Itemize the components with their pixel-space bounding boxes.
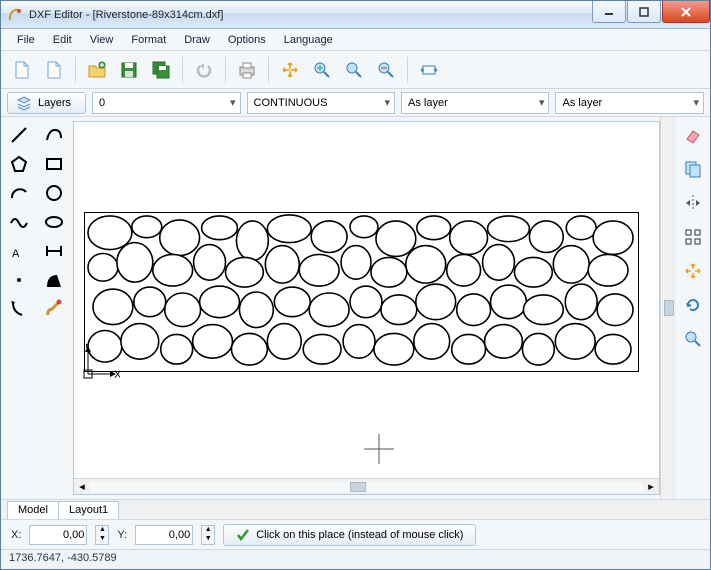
- coordinate-bar: X: ▲▼ Y: ▲▼ Click on this place (instead…: [1, 519, 710, 549]
- menu-view[interactable]: View: [82, 32, 122, 48]
- save-as-icon[interactable]: [146, 55, 176, 85]
- minimize-button[interactable]: [592, 1, 626, 23]
- check-icon: [236, 528, 250, 542]
- lineweight-dropdown[interactable]: As layer▾: [555, 92, 703, 114]
- maximize-button[interactable]: [627, 1, 661, 23]
- circle-icon[interactable]: [38, 179, 70, 207]
- zoom-icon[interactable]: [339, 55, 369, 85]
- vertical-scrollbar[interactable]: [660, 117, 676, 499]
- app-icon: [7, 7, 23, 23]
- crosshair-cursor-icon: [364, 434, 394, 464]
- x-label: X:: [11, 529, 21, 541]
- layer-dropdown[interactable]: 0▾: [92, 92, 240, 114]
- edit-toolbox: [676, 117, 710, 499]
- ucs-axis-icon: Y X: [80, 344, 120, 384]
- zoom-tool-icon[interactable]: [679, 325, 707, 353]
- y-label: Y:: [117, 529, 127, 541]
- new-file2-icon[interactable]: [39, 55, 69, 85]
- layers-label: Layers: [38, 97, 71, 109]
- layout-tabs: Model Layout1: [1, 499, 710, 519]
- save-icon[interactable]: [114, 55, 144, 85]
- main-area: A Y X ◂ ▸: [1, 117, 710, 499]
- menu-language[interactable]: Language: [276, 32, 341, 48]
- menu-options[interactable]: Options: [220, 32, 274, 48]
- print-icon[interactable]: [232, 55, 262, 85]
- new-file-icon[interactable]: [7, 55, 37, 85]
- brush-icon[interactable]: [38, 295, 70, 323]
- move-icon[interactable]: [679, 257, 707, 285]
- rectangle-icon[interactable]: [38, 150, 70, 178]
- chevron-down-icon: ▾: [539, 96, 545, 109]
- pan-icon[interactable]: [275, 55, 305, 85]
- scroll-left-icon[interactable]: ◂: [74, 480, 90, 493]
- array-icon[interactable]: [679, 223, 707, 251]
- menu-file[interactable]: File: [9, 32, 43, 48]
- copy-icon[interactable]: [679, 155, 707, 183]
- x-input[interactable]: [29, 525, 87, 545]
- dimension-icon[interactable]: [38, 237, 70, 265]
- ellipse-icon[interactable]: [38, 208, 70, 236]
- arc-icon[interactable]: [3, 179, 35, 207]
- tab-layout1[interactable]: Layout1: [58, 501, 119, 519]
- erase-icon[interactable]: [679, 121, 707, 149]
- window-title: DXF Editor - [Riverstone-89x314cm.dxf]: [29, 9, 591, 21]
- hatch-icon[interactable]: [38, 266, 70, 294]
- chevron-down-icon: ▾: [384, 96, 390, 109]
- x-spinner[interactable]: ▲▼: [95, 525, 109, 545]
- zoom-out-icon[interactable]: [371, 55, 401, 85]
- polygon-icon[interactable]: [3, 150, 35, 178]
- point-icon[interactable]: [3, 266, 35, 294]
- drawing-canvas[interactable]: Y X: [74, 122, 659, 478]
- svg-text:Y: Y: [83, 344, 91, 351]
- rotate-icon[interactable]: [679, 291, 707, 319]
- polyline-icon[interactable]: [38, 121, 70, 149]
- y-spinner[interactable]: ▲▼: [201, 525, 215, 545]
- line-icon[interactable]: [3, 121, 35, 149]
- chevron-down-icon: ▾: [230, 96, 236, 109]
- svg-text:X: X: [114, 369, 120, 381]
- zoom-in-icon[interactable]: [307, 55, 337, 85]
- menu-edit[interactable]: Edit: [45, 32, 80, 48]
- color-dropdown[interactable]: As layer▾: [401, 92, 549, 114]
- tab-model[interactable]: Model: [7, 501, 59, 519]
- riverstone-drawing: [84, 212, 639, 372]
- mirror-icon[interactable]: [679, 189, 707, 217]
- horizontal-scrollbar[interactable]: ◂ ▸: [74, 478, 659, 494]
- main-toolbar: [1, 51, 710, 89]
- text-icon[interactable]: A: [3, 237, 35, 265]
- spline-icon[interactable]: [3, 208, 35, 236]
- leader-icon[interactable]: [3, 295, 35, 323]
- scroll-right-icon[interactable]: ▸: [643, 480, 659, 493]
- svg-text:A: A: [12, 248, 20, 260]
- canvas-area: Y X ◂ ▸: [73, 121, 660, 495]
- app-window: DXF Editor - [Riverstone-89x314cm.dxf] F…: [0, 0, 711, 570]
- click-place-button[interactable]: Click on this place (instead of mouse cl…: [223, 524, 476, 546]
- menu-format[interactable]: Format: [123, 32, 174, 48]
- menu-draw[interactable]: Draw: [176, 32, 218, 48]
- statusbar: 1736.7647, -430.5789: [1, 549, 710, 569]
- menubar: File Edit View Format Draw Options Langu…: [1, 29, 710, 51]
- open-file-icon[interactable]: [82, 55, 112, 85]
- property-bar: Layers 0▾ CONTINUOUS▾ As layer▾ As layer…: [1, 89, 710, 117]
- close-button[interactable]: [662, 1, 710, 23]
- linetype-dropdown[interactable]: CONTINUOUS▾: [247, 92, 395, 114]
- layers-icon: [16, 95, 32, 111]
- undo-icon[interactable]: [189, 55, 219, 85]
- y-input[interactable]: [135, 525, 193, 545]
- titlebar: DXF Editor - [Riverstone-89x314cm.dxf]: [1, 1, 710, 29]
- cursor-position: 1736.7647, -430.5789: [9, 552, 117, 564]
- draw-toolbox: A: [1, 117, 73, 499]
- layers-button[interactable]: Layers: [7, 92, 86, 114]
- zoom-extents-icon[interactable]: [414, 55, 444, 85]
- chevron-down-icon: ▾: [693, 96, 699, 109]
